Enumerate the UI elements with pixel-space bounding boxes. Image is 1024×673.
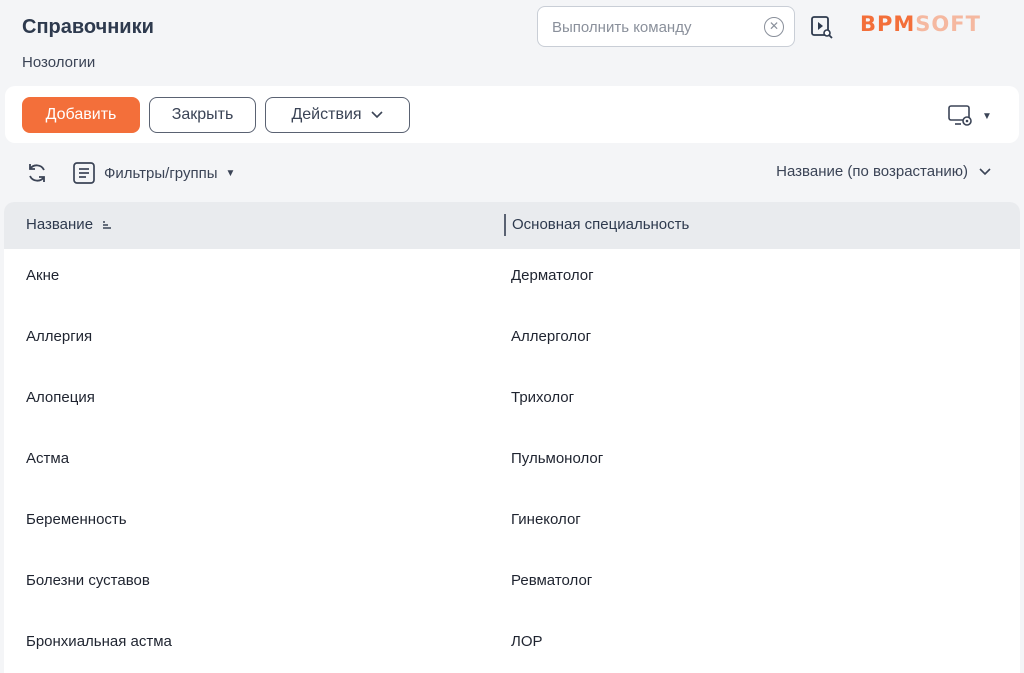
cell-specialty: Пульмонолог [511,450,604,467]
sort-asc-icon [103,220,112,229]
page-title: Справочники [22,16,154,38]
command-input[interactable] [552,17,752,37]
grid-header: Название Основная специальность [4,202,1020,249]
chevron-down-icon [370,111,383,119]
view-settings-button[interactable]: ▼ [948,104,994,128]
cell-specialty: ЛОР [511,633,543,650]
table-row[interactable]: Астма Пульмонолог [4,432,1020,493]
table-row[interactable]: Бронхиальная астма ЛОР [4,615,1020,673]
cell-name: Бронхиальная астма [26,633,172,650]
cell-name: Алопеция [26,389,95,406]
sort-select[interactable]: Название (по возрастанию) [776,163,992,180]
close-button[interactable]: Закрыть [149,97,256,133]
column-resize-handle[interactable] [504,214,506,236]
cell-specialty: Гинеколог [511,511,581,528]
table-row[interactable]: Аллергия Аллерголог [4,310,1020,371]
caret-down-icon: ▼ [982,110,992,122]
cell-specialty: Дерматолог [511,267,594,284]
sort-label: Название (по возрастанию) [776,163,968,180]
chevron-down-icon [979,167,991,175]
brand-logo: BPMSOFT [860,12,981,36]
refresh-icon[interactable] [26,162,48,184]
toolbar: Добавить Закрыть Действия ▼ [5,86,1019,143]
column-header-name[interactable]: Название [26,216,113,233]
filters-groups-button[interactable]: Фильтры/группы ▼ [72,160,235,186]
table-row[interactable]: Беременность Гинеколог [4,493,1020,554]
view-settings-icon [948,105,972,126]
column-header-label: Название [26,216,94,233]
column-header-specialty[interactable]: Основная специальность [512,216,689,233]
cell-specialty: Трихолог [511,389,575,406]
page-subtitle: Нозологии [22,54,96,71]
cell-name: Акне [26,267,60,284]
table-row[interactable]: Болезни суставов Ревматолог [4,554,1020,615]
table-row[interactable]: Акне Дерматолог [4,249,1020,310]
caret-down-icon: ▼ [225,167,236,179]
filters-groups-label: Фильтры/группы [104,164,218,182]
cell-specialty: Ревматолог [511,572,593,589]
cell-name: Аллергия [26,328,93,345]
command-box: ✕ [537,6,795,47]
table-row[interactable]: Алопеция Трихолог [4,371,1020,432]
cell-name: Болезни суставов [26,572,150,589]
logo-secondary: SOFT [915,12,981,36]
cell-name: Астма [26,450,70,467]
column-header-label: Основная специальность [512,216,690,233]
cell-specialty: Аллерголог [511,328,592,345]
logo-primary: BPM [860,12,916,36]
actions-button[interactable]: Действия [265,97,410,133]
actions-label: Действия [291,106,362,123]
page-header: Справочники Нозологии ✕ BPMSOFT [0,0,1024,86]
clear-icon[interactable]: ✕ [764,17,784,37]
cell-name: Беременность [26,511,127,528]
data-grid: Название Основная специальность Акне Дер… [4,202,1020,673]
add-button[interactable]: Добавить [22,97,140,133]
filter-icon [73,162,95,184]
video-help-icon[interactable] [810,15,834,39]
filter-bar: Фильтры/группы ▼ Название (по возрастани… [0,150,1024,196]
